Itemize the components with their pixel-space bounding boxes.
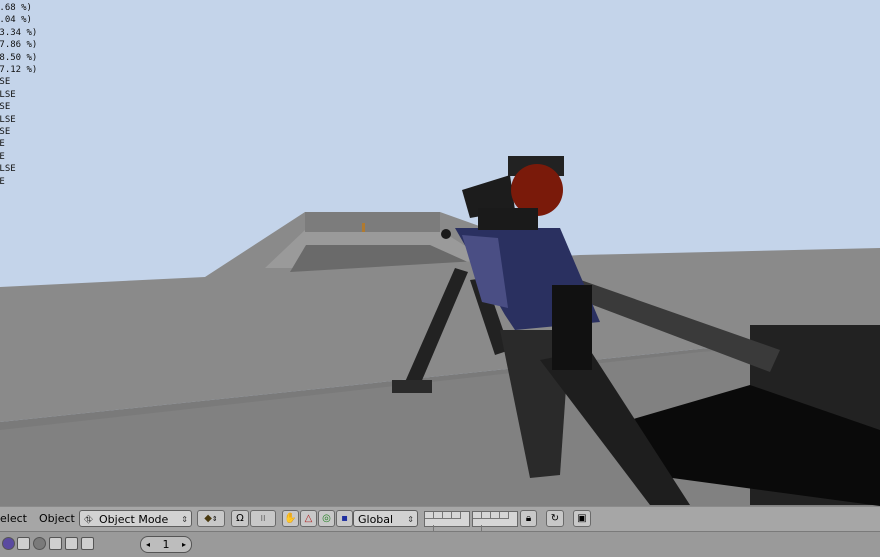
game-scene [0, 0, 880, 506]
debug-line: ALSE [0, 164, 16, 175]
debug-line: 18.50 %) [0, 52, 38, 63]
scene-icon[interactable] [81, 537, 94, 550]
pivot-options-button[interactable]: ⁝⁝ [250, 510, 276, 527]
orientation-dropdown-label: Global [358, 513, 394, 526]
3d-view-header: elect Object ⛗ Object Mode ⇕ ◆⇕ Ω ⁝⁝ ✋ △… [0, 506, 880, 532]
scale-manipulator-button[interactable]: ▪ [336, 510, 353, 527]
current-frame-value: 1 [162, 538, 170, 551]
layer-buttons-group-1[interactable] [424, 511, 470, 532]
translate-manipulator-button[interactable]: △ [300, 510, 317, 527]
solid-draw-icon: ◆ [204, 513, 212, 524]
3d-viewport[interactable]: 0.68 %) 0.04 %)33.34 %) 17.86 %)18.50 %) 27… [0, 0, 880, 506]
frame-decrement-icon[interactable]: ◂ [146, 537, 150, 552]
page-icon[interactable] [65, 537, 78, 550]
manipulator-hand-button[interactable]: ✋ [282, 510, 299, 527]
triangle-icon: △ [304, 513, 313, 524]
debug-line: LSE [0, 77, 11, 88]
script-icon[interactable] [17, 537, 30, 550]
frame-increment-icon[interactable]: ▸ [182, 537, 186, 552]
view-properties-button[interactable]: ↻ [546, 510, 564, 527]
debug-line: ALSE [0, 89, 16, 100]
rotate-manipulator-button[interactable]: ◎ [318, 510, 335, 527]
debug-line: 0.04 %) [0, 15, 32, 26]
debug-line: SE [0, 176, 5, 187]
debug-line: SE [0, 151, 5, 162]
debug-line: LSE [0, 102, 11, 113]
ring-icon: ◎ [322, 513, 331, 524]
image-icon: ▣ [577, 513, 587, 524]
debug-line: 0.68 %) [0, 3, 32, 13]
mode-dropdown[interactable]: ⛗ Object Mode ⇕ [79, 510, 192, 527]
render-preview-button[interactable]: ▣ [573, 510, 591, 527]
mode-dropdown-label: Object Mode [99, 513, 169, 526]
pivot-icon: Ω [236, 513, 244, 524]
orientation-dropdown[interactable]: Global ⇕ [353, 510, 418, 527]
debug-line: 17.86 %) [0, 40, 38, 51]
draw-type-button[interactable]: ◆⇕ [197, 510, 225, 527]
debug-line: 33.34 %) [0, 27, 38, 38]
timeline-header: ◂ 1 ▸ [0, 531, 880, 557]
square-icon: ▪ [341, 513, 348, 524]
chevron-updown-icon: ⇕ [181, 515, 188, 524]
object-menu[interactable]: Object [39, 512, 75, 525]
debug-line: ALSE [0, 114, 16, 125]
object-icon[interactable] [49, 537, 62, 550]
layer-buttons-group-2[interactable] [472, 511, 518, 532]
select-menu[interactable]: elect [0, 512, 27, 525]
current-frame-field[interactable]: ◂ 1 ▸ [140, 536, 192, 553]
object-mode-icon: ⛗ [84, 513, 93, 526]
dots-icon: ⁝⁝ [260, 514, 266, 523]
pivot-button[interactable]: Ω [231, 510, 249, 527]
debug-line: LSE [0, 127, 11, 138]
debug-line: SE [0, 139, 5, 150]
debug-line: 27.12 %) [0, 65, 38, 76]
chevron-updown-icon: ⇕ [407, 515, 414, 524]
refresh-icon: ↻ [550, 513, 560, 524]
editor-type-icon[interactable] [2, 537, 15, 550]
debug-properties-list: 0.68 %) 0.04 %)33.34 %) 17.86 %)18.50 %) 27… [0, 2, 37, 188]
distant-enemy [362, 223, 365, 232]
lock-icon: 🔒︎ [525, 513, 532, 524]
hand-icon: ✋ [284, 513, 297, 524]
material-sphere-icon[interactable] [33, 537, 46, 550]
lock-layers-button[interactable]: 🔒︎ [520, 510, 537, 527]
